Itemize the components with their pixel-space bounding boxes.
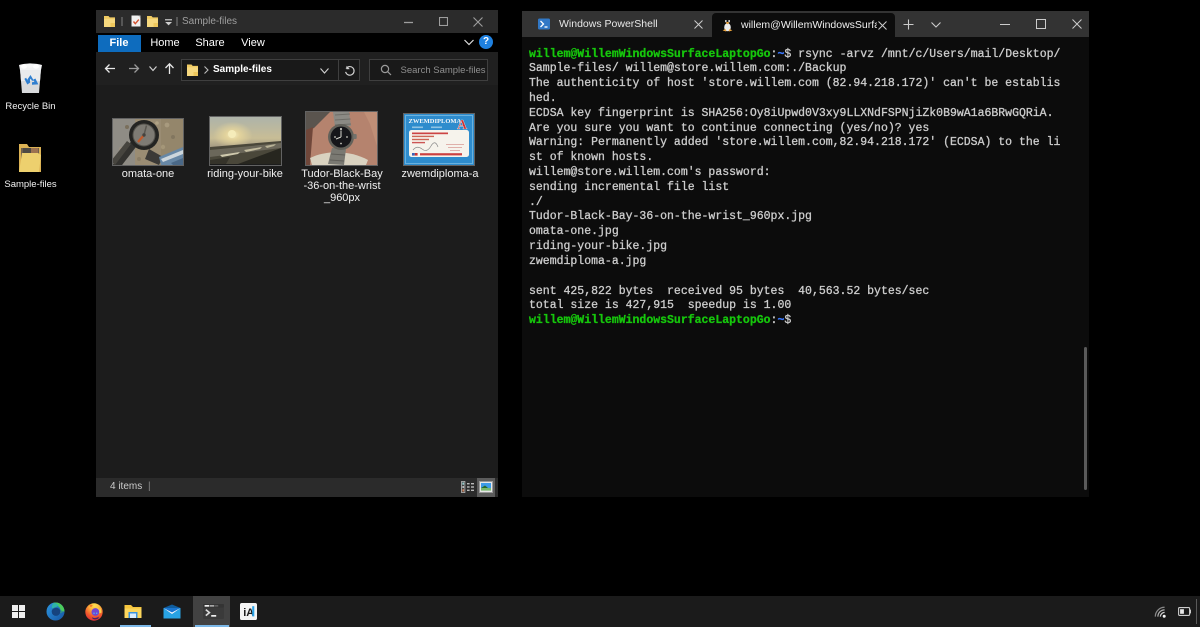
svg-text:ZWEMDIPLOMA: ZWEMDIPLOMA [409,118,462,125]
